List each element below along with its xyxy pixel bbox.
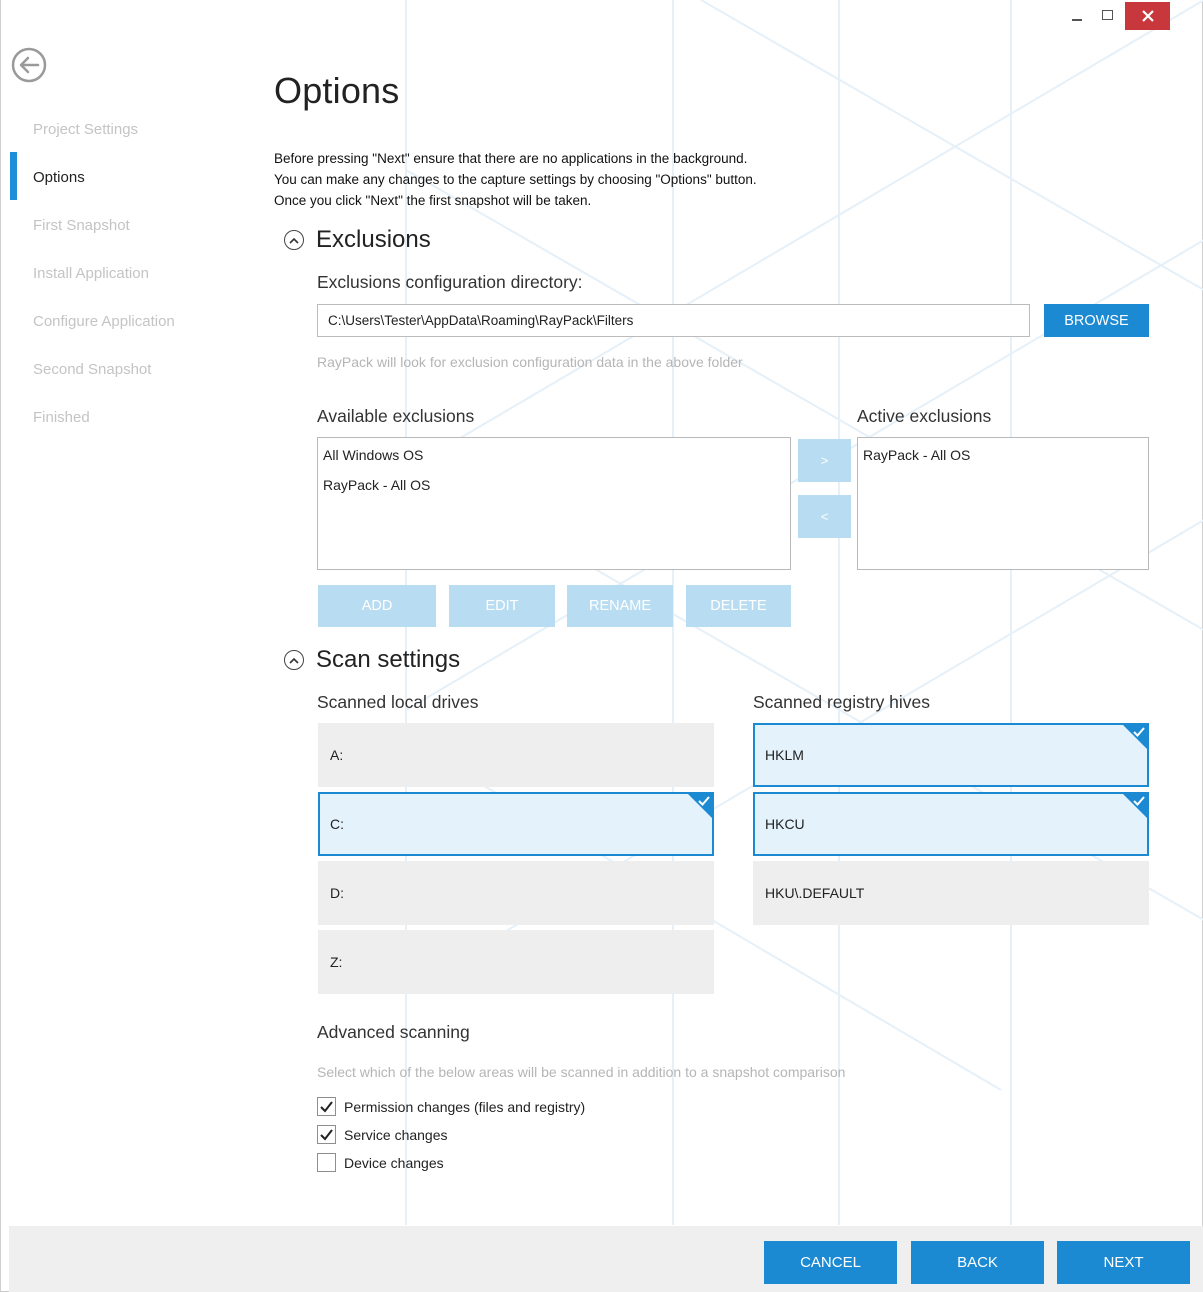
collapse-chevron-icon <box>284 650 304 670</box>
checkbox-label: Service changes <box>344 1126 448 1143</box>
nav-item-first-snapshot: First Snapshot <box>33 217 130 234</box>
drive-label: C: <box>330 816 344 832</box>
edit-button[interactable]: EDIT <box>449 585 555 627</box>
delete-button[interactable]: DELETE <box>686 585 791 627</box>
exclusions-dir-label: Exclusions configuration directory: <box>317 272 583 292</box>
drive-label: A: <box>330 747 344 763</box>
minimize-button[interactable] <box>1063 0 1091 30</box>
exclusions-section-toggle[interactable]: Exclusions <box>284 226 431 254</box>
scanned-hives-label: Scanned registry hives <box>753 692 931 712</box>
intro-line: You can make any changes to the capture … <box>274 172 757 187</box>
service-changes-option[interactable]: Service changes <box>317 1125 448 1144</box>
nav-item-finished: Finished <box>33 409 90 426</box>
active-exclusions-list[interactable]: RayPack - All OS <box>857 437 1149 570</box>
drive-tile-z[interactable]: Z: <box>318 930 714 994</box>
nav-item-install-application: Install Application <box>33 265 149 282</box>
checkmark-icon <box>698 796 710 806</box>
next-button[interactable]: NEXT <box>1057 1241 1190 1284</box>
maximize-button[interactable] <box>1093 0 1121 30</box>
drive-tile-d[interactable]: D: <box>318 861 714 925</box>
list-item[interactable]: RayPack - All OS <box>858 440 1148 470</box>
permission-changes-option[interactable]: Permission changes (files and registry) <box>317 1097 585 1116</box>
add-button[interactable]: ADD <box>318 585 436 627</box>
scan-settings-heading: Scan settings <box>316 646 461 673</box>
checkmark-icon <box>320 1128 333 1141</box>
hive-label: HKCU <box>765 816 805 832</box>
available-exclusions-list[interactable]: All Windows OS RayPack - All OS <box>317 437 791 570</box>
list-item[interactable]: All Windows OS <box>318 440 790 470</box>
hive-label: HKU\.DEFAULT <box>765 885 865 901</box>
drive-label: Z: <box>330 954 343 970</box>
wizard-steps-nav: Project Settings Options First Snapshot … <box>1 110 241 446</box>
back-arrow-icon[interactable] <box>11 47 47 83</box>
intro-line: Before pressing "Next" ensure that there… <box>274 151 748 166</box>
cancel-button[interactable]: CANCEL <box>764 1241 897 1284</box>
list-item[interactable]: RayPack - All OS <box>318 470 790 500</box>
hive-tile-hklm[interactable]: HKLM <box>753 723 1149 787</box>
nav-item-configure-application: Configure Application <box>33 313 175 330</box>
drive-tile-a[interactable]: A: <box>318 723 714 787</box>
scan-settings-section-toggle[interactable]: Scan settings <box>284 646 460 674</box>
add-to-active-button[interactable]: > <box>798 439 851 482</box>
checkbox-label: Device changes <box>344 1154 444 1171</box>
exclusions-heading: Exclusions <box>316 226 431 253</box>
remove-from-active-button[interactable]: < <box>798 495 851 538</box>
checkbox[interactable] <box>317 1125 336 1144</box>
available-exclusions-label: Available exclusions <box>317 406 475 426</box>
nav-item-options[interactable]: Options <box>1 158 241 206</box>
close-button[interactable] <box>1125 2 1170 30</box>
intro-line: Once you click "Next" the first snapshot… <box>274 193 592 208</box>
advanced-scanning-hint: Select which of the below areas will be … <box>317 1064 846 1080</box>
exclusions-dir-hint: RayPack will look for exclusion configur… <box>317 354 743 370</box>
drive-label: D: <box>330 885 344 901</box>
active-exclusions-label: Active exclusions <box>857 406 992 426</box>
scanned-drives-label: Scanned local drives <box>317 692 479 712</box>
nav-item-second-snapshot: Second Snapshot <box>33 361 152 378</box>
device-changes-option[interactable]: Device changes <box>317 1153 444 1172</box>
exclusions-dir-field[interactable]: C:\Users\Tester\AppData\Roaming\RayPack\… <box>317 304 1030 337</box>
checkmark-icon <box>1133 727 1145 737</box>
maximize-icon <box>1101 10 1113 20</box>
rename-button[interactable]: RENAME <box>567 585 673 627</box>
page-title: Options <box>274 70 400 111</box>
checkmark-icon <box>1133 796 1145 806</box>
close-icon <box>1141 10 1154 22</box>
nav-item-project-settings[interactable]: Project Settings <box>1 110 241 158</box>
browse-button[interactable]: BROWSE <box>1044 304 1149 337</box>
hive-tile-hkcu[interactable]: HKCU <box>753 792 1149 856</box>
drive-tile-c[interactable]: C: <box>318 792 714 856</box>
hive-tile-hku-default[interactable]: HKU\.DEFAULT <box>753 861 1149 925</box>
checkmark-icon <box>320 1100 333 1113</box>
checkbox[interactable] <box>317 1153 336 1172</box>
checkbox-label: Permission changes (files and registry) <box>344 1098 586 1115</box>
collapse-chevron-icon <box>284 230 304 250</box>
intro-text: Before pressing "Next" ensure that there… <box>274 148 757 211</box>
advanced-scanning-heading: Advanced scanning <box>317 1022 470 1042</box>
checkbox[interactable] <box>317 1097 336 1116</box>
hive-label: HKLM <box>765 747 804 763</box>
minimize-icon <box>1072 19 1082 21</box>
back-button[interactable]: BACK <box>911 1241 1044 1284</box>
app-window: Project Settings Options First Snapshot … <box>0 0 1203 1292</box>
